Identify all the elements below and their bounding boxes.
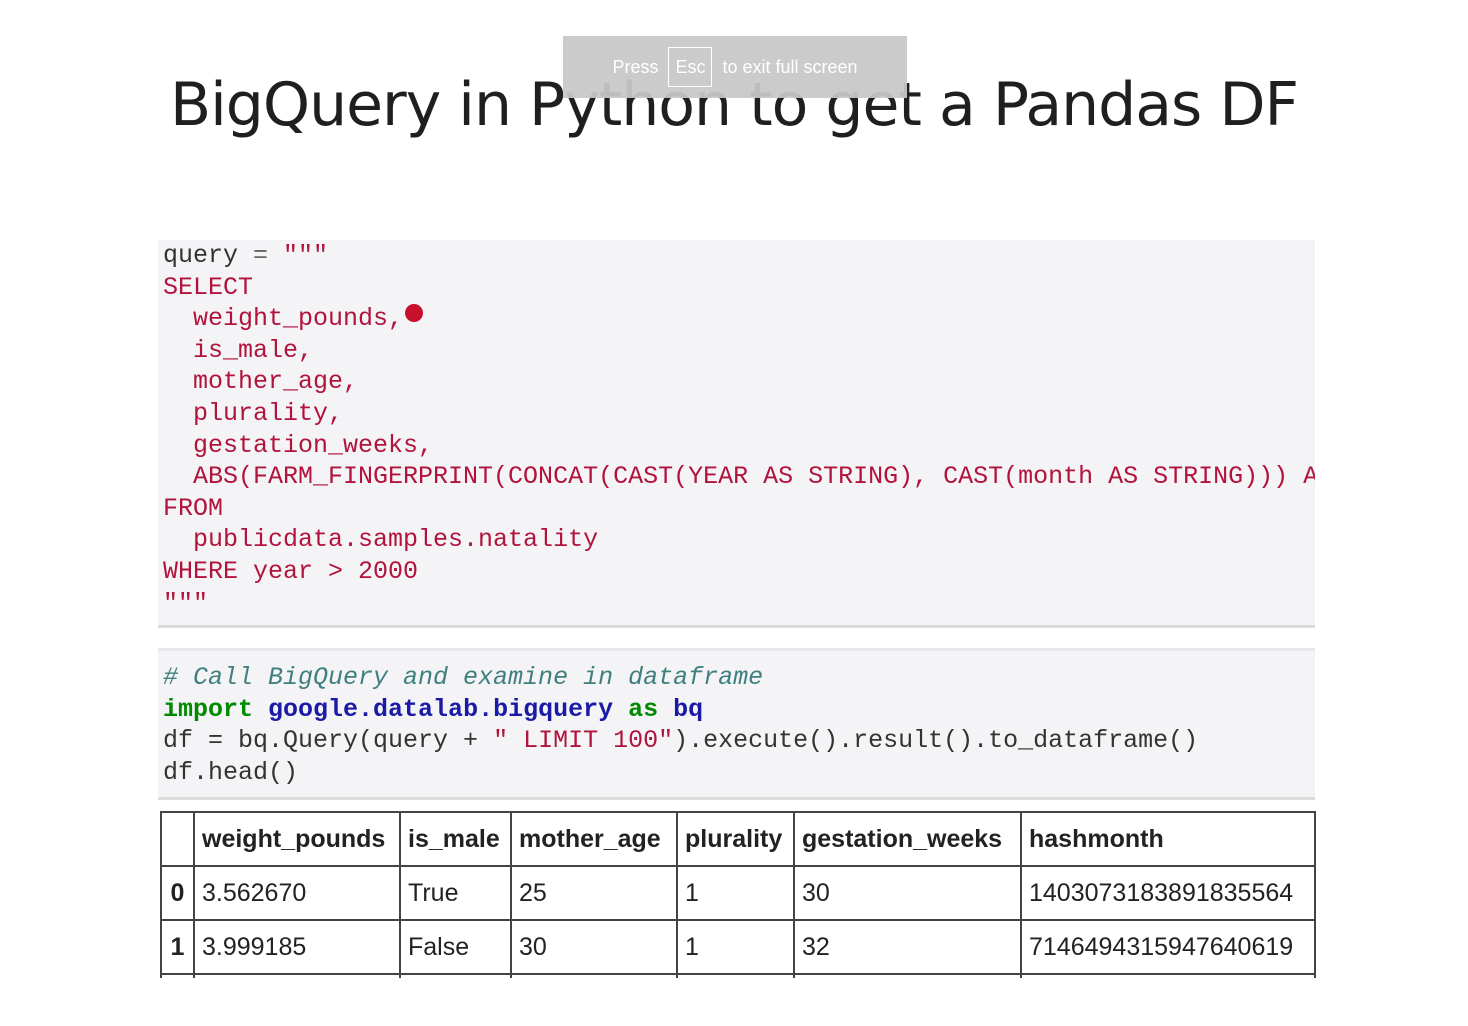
code-df-head: df.head() [163,757,299,787]
code-col-is-male: is_male, [163,335,314,365]
table-cell: 1403073183891835564 [1020,865,1316,921]
query-code: query = """ SELECT weight_pounds, is_mal… [158,240,1315,619]
toast-message: to exit full screen [722,56,858,77]
column-header: weight_pounds [193,811,401,867]
code-comment: # Call BigQuery and examine in dataframe [163,663,764,692]
column-header: mother_age [510,811,678,867]
code-where: WHERE year > 2000 [163,556,419,586]
table-cell: 3.562670 [193,865,401,921]
dataframe-output-table: weight_pounds is_male mother_age plurali… [160,811,1316,978]
column-header: gestation_weeks [793,811,1022,867]
code-col-weight-pounds: weight_pounds, [163,304,404,334]
code-from: FROM [163,493,224,523]
row-index: 0 [160,865,195,921]
code-triple-quote-close: """ [163,588,209,618]
code-module-name: google.datalab.bigquery [268,694,614,724]
table-cell: True [399,865,512,921]
table-cell: False [399,919,512,975]
code-select: SELECT [163,272,254,302]
row-index: 1 [160,919,195,975]
fullscreen-exit-toast: Press Esc to exit full screen [563,36,907,98]
code-execute-chain: ).execute().result().to_dataframe() [673,726,1199,756]
column-header: is_male [399,811,512,867]
code-assign: = [238,241,284,270]
code-table-name: publicdata.samples.natality [163,525,599,555]
code-query-call: df = bq.Query(query + [163,726,494,756]
code-col-mother-age: mother_age, [163,367,359,397]
code-col-hashmonth: ABS(FARM_FINGERPRINT(CONCAT(CAST(YEAR AS… [193,462,1315,492]
table-row: 0 3.562670 True 25 1 30 1403073183891835… [160,865,1316,921]
table-row-clipped [160,973,1316,978]
table-cell: 30 [793,865,1022,921]
table-cell: 3.999185 [193,919,401,975]
code-cell-bigquery-call[interactable]: # Call BigQuery and examine in dataframe… [158,648,1315,800]
code-limit-string: " LIMIT 100" [493,726,674,756]
column-header: hashmonth [1020,811,1316,867]
column-header-index [160,811,195,867]
pointer-dot-icon [405,304,424,323]
code-var-query: query [163,241,239,270]
code-import-keyword: import [163,694,254,724]
table-cell: 25 [510,865,678,921]
table-cell: 30 [510,919,678,975]
code-triple-quote-open: """ [283,241,329,270]
table-cell: 1 [676,865,795,921]
table-header-row: weight_pounds is_male mother_age plurali… [160,811,1316,867]
code-col-gestation-weeks: gestation_weeks, [163,430,434,460]
code-cell-query[interactable]: query = """ SELECT weight_pounds, is_mal… [158,240,1315,628]
code-as-keyword: as [628,694,659,724]
esc-key-badge: Esc [668,47,713,87]
bigquery-code: # Call BigQuery and examine in dataframe… [158,651,1315,788]
code-alias: bq [673,694,704,724]
table-cell: 32 [793,919,1022,975]
table-cell: 1 [676,919,795,975]
toast-press-text: Press [612,56,659,77]
table-cell: 7146494315947640619 [1020,919,1316,975]
column-header: plurality [676,811,795,867]
table-row: 1 3.999185 False 30 1 32 714649431594764… [160,919,1316,975]
code-col-plurality: plurality, [163,398,344,428]
